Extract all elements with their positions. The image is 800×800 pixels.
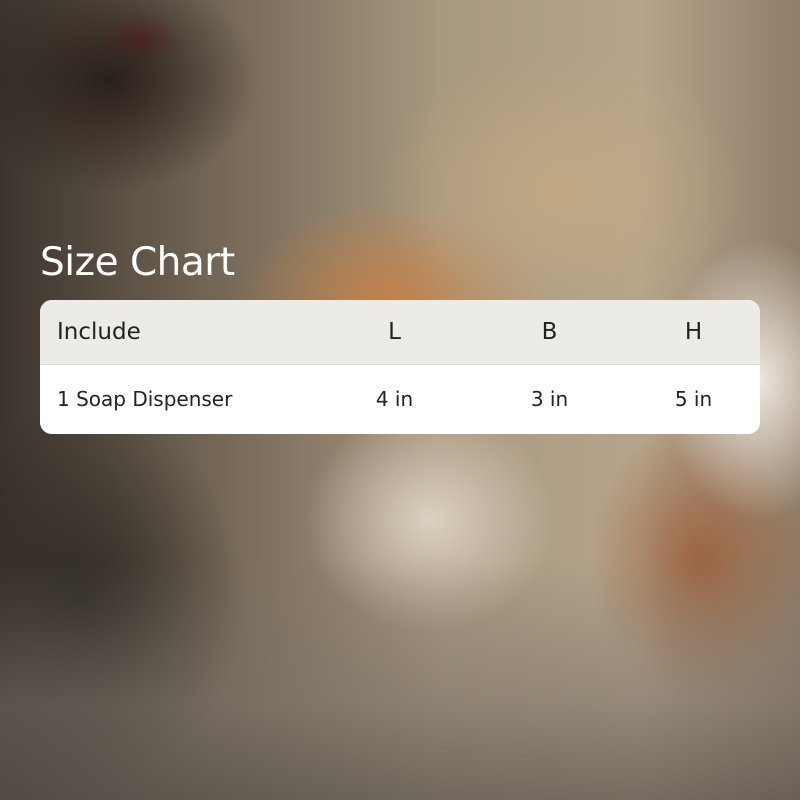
cell-include: 1 Soap Dispenser — [57, 387, 233, 412]
column-header-breadth: B — [541, 318, 558, 345]
background-photo: Size Chart Include L B H 1 Soap Dispense… — [0, 0, 800, 800]
cell-length: 4 in — [375, 387, 414, 412]
cell-height: 5 in — [674, 387, 713, 412]
column-header-length: L — [388, 318, 401, 345]
table-header-row: Include L B H — [40, 300, 760, 364]
background-floor — [0, 560, 800, 800]
table-row: 1 Soap Dispenser 4 in 3 in 5 in — [40, 364, 760, 434]
column-header-include: Include — [57, 318, 141, 345]
size-chart-table: Include L B H 1 Soap Dispenser 4 in 3 in… — [40, 300, 760, 434]
page-title: Size Chart — [40, 240, 235, 285]
cell-breadth: 3 in — [530, 387, 569, 412]
column-header-height: H — [684, 318, 703, 345]
size-chart-table-card: Include L B H 1 Soap Dispenser 4 in 3 in… — [40, 300, 760, 434]
